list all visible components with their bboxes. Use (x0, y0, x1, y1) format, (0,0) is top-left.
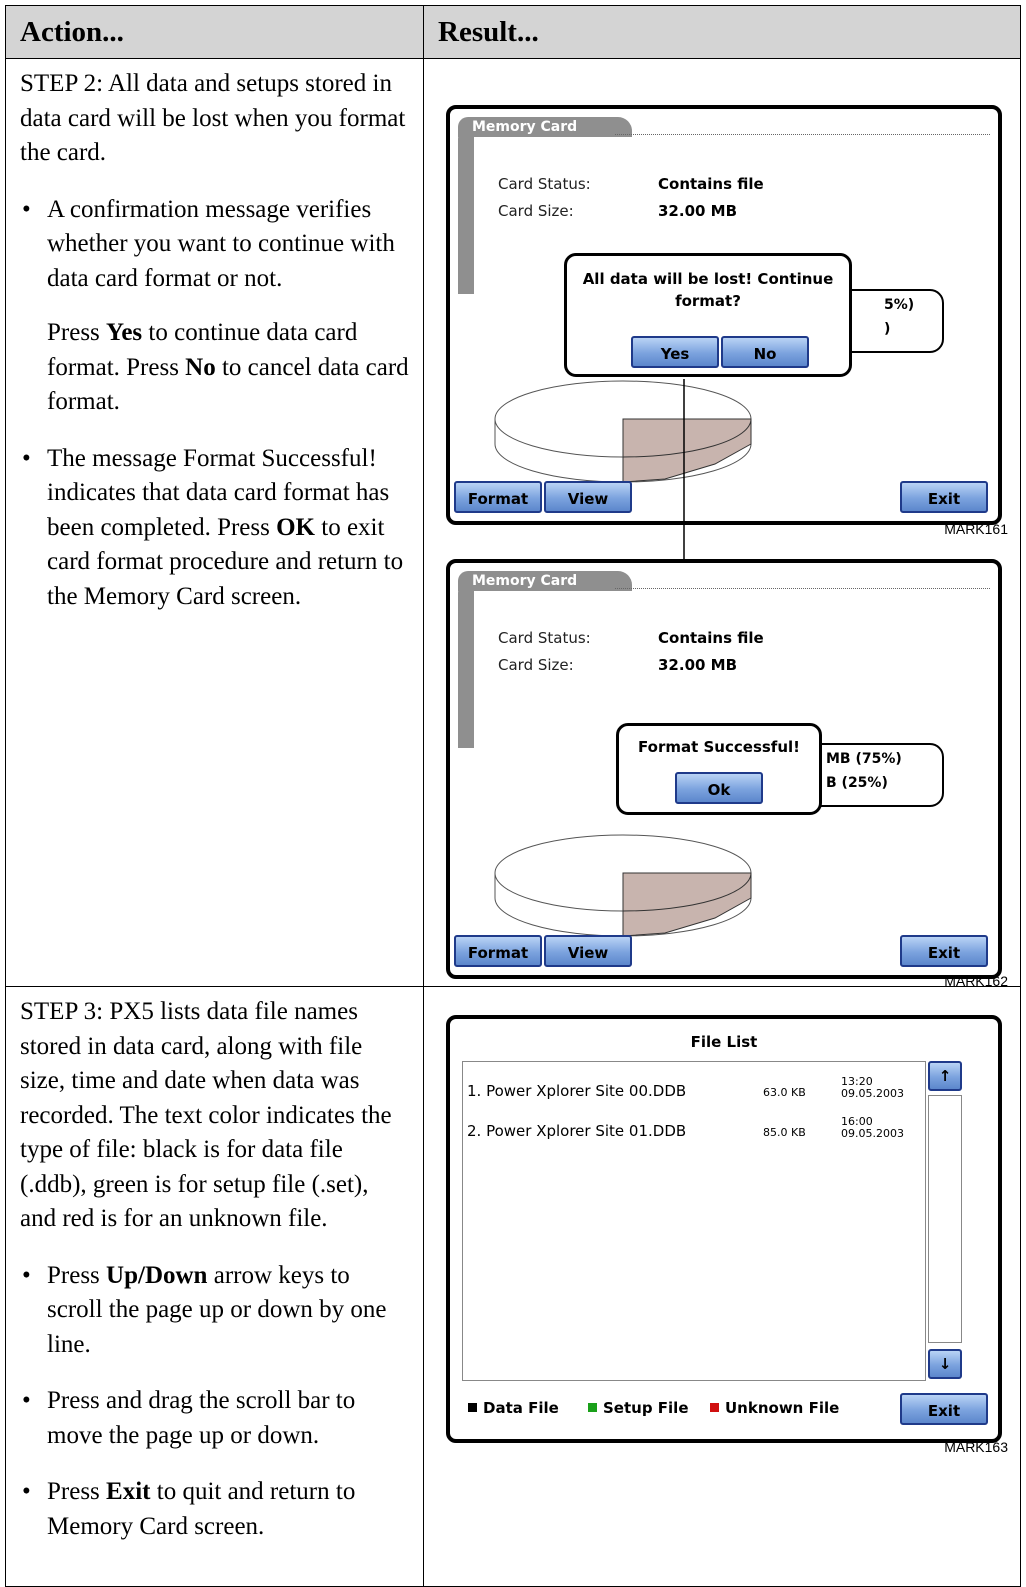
yes-button[interactable]: Yes (631, 336, 719, 368)
ok-keyword: OK (276, 513, 316, 541)
no-keyword: No (185, 353, 216, 381)
scroll-down-button[interactable]: ↓ (928, 1349, 962, 1379)
file-row[interactable]: 1. Power Xplorer Site 00.DDB 63.0 KB 13:… (467, 1076, 921, 1106)
card-size-label: Card Size: (498, 656, 574, 674)
figure-mark-163: MARK163 (944, 1439, 1008, 1455)
no-button[interactable]: No (721, 336, 809, 368)
card-size-label: Card Size: (498, 202, 574, 220)
file-timestamp: 16:00 09.05.2003 (841, 1115, 904, 1140)
file-list-scrollbar[interactable]: ↑ ↓ (928, 1061, 962, 1379)
card-size-value: 32.00 MB (658, 202, 738, 220)
exit-button[interactable]: Exit (900, 935, 988, 967)
file-size: 85.0 KB (763, 1126, 806, 1139)
usage-line-2: ) (884, 321, 891, 337)
file-list-title: File List (690, 1033, 758, 1051)
scroll-up-button[interactable]: ↑ (928, 1061, 962, 1091)
step3-bullet-scroll: Press and drag the scroll bar to move th… (20, 1384, 409, 1453)
card-status-value: Contains file (658, 175, 764, 193)
usage-line-1: MB (75%) (826, 751, 902, 767)
card-status-label: Card Status: (498, 629, 591, 647)
step2-press-yes-text: Press Yes to continue data card format. … (47, 319, 409, 415)
step3-intro: STEP 3: PX5 lists data file names stored… (20, 998, 392, 1232)
step3-bullet-exit: Press Exit to quit and return to Memory … (20, 1475, 409, 1544)
exit-button[interactable]: Exit (900, 1393, 988, 1425)
legend-unknown-file: Unknown File (710, 1399, 839, 1417)
dialog-message: Format Successful! (638, 738, 800, 756)
step2-bullet-success: The message Format Successful! indicates… (20, 442, 409, 615)
usage-line-1: 5%) (884, 297, 915, 313)
step3-action-cell: STEP 3: PX5 lists data file names stored… (5, 986, 424, 1587)
exit-button[interactable]: Exit (900, 481, 988, 513)
memory-card-tab: Memory Card (458, 571, 632, 591)
format-confirm-dialog: All data will be lost! Continue format? … (564, 253, 852, 377)
dialog-message-line2: format? (675, 292, 741, 310)
card-size-value: 32.00 MB (658, 656, 738, 674)
data-color-swatch (468, 1403, 477, 1412)
file-list-screen: File List 1. Power Xplorer Site 00.DDB 6… (446, 1015, 1002, 1443)
legend-data-file: Data File (468, 1399, 559, 1417)
format-success-dialog: Format Successful! Ok (616, 723, 822, 815)
step2-result-cell: Memory Card Card Status: Contains file C… (423, 58, 1021, 989)
unknown-color-swatch (710, 1403, 719, 1412)
header-result: Result... (423, 5, 1021, 59)
instruction-table: Action... Result... STEP 2: All data and… (5, 5, 1021, 1587)
usage-line-2: B (25%) (826, 775, 888, 791)
header-action: Action... (5, 5, 424, 59)
scroll-track[interactable] (928, 1095, 962, 1343)
step3-result-cell: File List 1. Power Xplorer Site 00.DDB 6… (423, 986, 1021, 1587)
exit-keyword: Exit (106, 1478, 151, 1505)
setup-color-swatch (588, 1403, 597, 1412)
file-name: 1. Power Xplorer Site 00.DDB (467, 1082, 687, 1100)
tab-sidebar (458, 129, 474, 294)
dialog-message-line1: All data will be lost! Continue (582, 270, 834, 288)
ok-button[interactable]: Ok (675, 772, 763, 804)
flow-arrow (677, 379, 691, 579)
up-down-keyword: Up/Down (106, 1261, 208, 1289)
memory-card-success-screen: Memory Card Card Status: Contains file C… (446, 559, 1002, 979)
step2-bullet-confirm: A confirmation message verifies whether … (20, 193, 409, 297)
memory-card-confirm-screen: Memory Card Card Status: Contains file C… (446, 105, 1002, 525)
card-status-value: Contains file (658, 629, 764, 647)
view-button[interactable]: View (544, 935, 632, 967)
step2-intro: STEP 2: All data and setups stored in da… (20, 70, 406, 166)
file-row[interactable]: 2. Power Xplorer Site 01.DDB 85.0 KB 16:… (467, 1116, 921, 1146)
step3-bullet-arrows: Press Up/Down arrow keys to scroll the p… (20, 1259, 409, 1363)
format-button[interactable]: Format (454, 481, 542, 513)
file-timestamp: 13:20 09.05.2003 (841, 1075, 904, 1100)
step2-action-cell: STEP 2: All data and setups stored in da… (5, 58, 424, 987)
file-size: 63.0 KB (763, 1086, 806, 1099)
memory-card-tab: Memory Card (458, 117, 632, 137)
tab-sidebar (458, 583, 474, 748)
legend-setup-file: Setup File (588, 1399, 689, 1417)
file-list: 1. Power Xplorer Site 00.DDB 63.0 KB 13:… (462, 1061, 926, 1381)
view-button[interactable]: View (544, 481, 632, 513)
format-button[interactable]: Format (454, 935, 542, 967)
card-status-label: Card Status: (498, 175, 591, 193)
figure-mark-161: MARK161 (944, 521, 1008, 537)
yes-keyword: Yes (106, 319, 143, 346)
file-name: 2. Power Xplorer Site 01.DDB (467, 1122, 687, 1140)
